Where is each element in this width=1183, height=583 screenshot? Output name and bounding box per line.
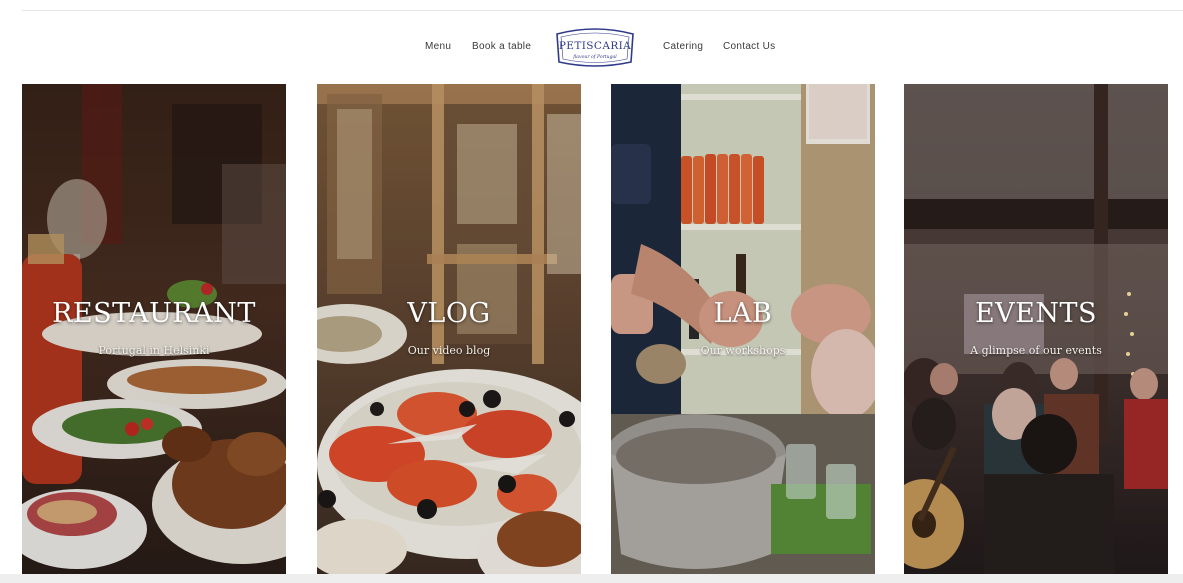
- nav-link-contact-us[interactable]: Contact Us: [723, 41, 775, 52]
- card-title: LAB: [713, 298, 773, 329]
- vlog-photo: [317, 84, 581, 574]
- card-subtitle: Our workshops: [700, 344, 786, 357]
- card-title: RESTAURANT: [52, 298, 256, 329]
- section-cards: RESTAURANT Portugal in Helsinki VLOG Our…: [0, 84, 1183, 574]
- top-divider: [22, 10, 1183, 11]
- card-subtitle: Portugal in Helsinki: [98, 344, 210, 357]
- bottom-strip: [0, 574, 1183, 583]
- card-title: VLOG: [407, 298, 491, 329]
- card-restaurant[interactable]: RESTAURANT Portugal in Helsinki: [22, 84, 286, 574]
- logo-tagline: flavour of Portugal: [572, 54, 617, 60]
- nav-link-book-a-table[interactable]: Book a table: [472, 41, 531, 52]
- nav-link-catering[interactable]: Catering: [663, 41, 703, 52]
- lab-photo: [611, 84, 875, 574]
- card-title: EVENTS: [974, 298, 1098, 329]
- card-subtitle: A glimpse of our events: [970, 344, 1102, 357]
- page: Menu Book a table PETISCARIA flavour of …: [0, 0, 1183, 583]
- logo-wordmark: PETISCARIA: [559, 40, 631, 52]
- events-photo: [904, 84, 1168, 574]
- card-lab[interactable]: LAB Our workshops: [611, 84, 875, 574]
- petiscaria-logo[interactable]: PETISCARIA flavour of Portugal: [553, 26, 637, 68]
- restaurant-photo: [22, 84, 286, 574]
- card-vlog[interactable]: VLOG Our video blog: [317, 84, 581, 574]
- nav-link-menu[interactable]: Menu: [425, 41, 451, 52]
- card-subtitle: Our video blog: [407, 344, 491, 357]
- main-navigation: Menu Book a table PETISCARIA flavour of …: [0, 18, 1183, 76]
- card-events[interactable]: EVENTS A glimpse of our events: [904, 84, 1168, 574]
